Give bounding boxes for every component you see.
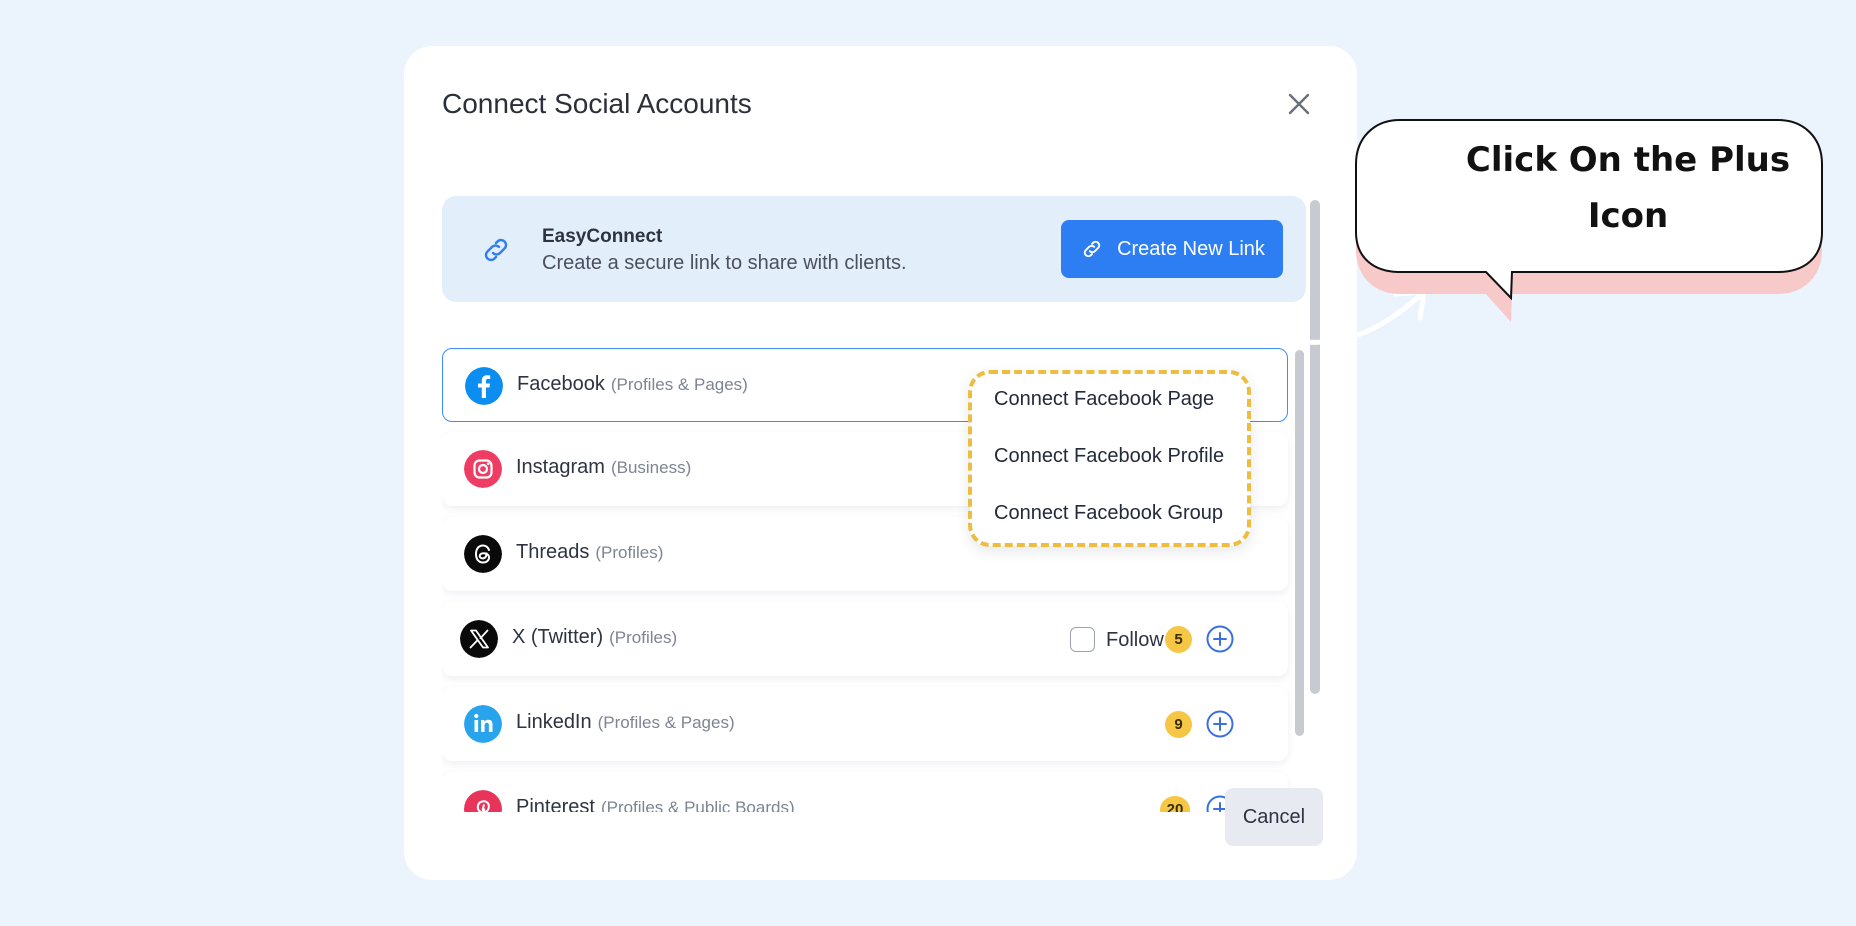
platform-row-linkedin[interactable]: LinkedIn (Profiles & Pages) 9 — [442, 687, 1288, 761]
close-icon[interactable] — [1283, 88, 1315, 120]
facebook-icon — [465, 367, 503, 405]
menu-item-connect-facebook-profile[interactable]: Connect Facebook Profile — [994, 445, 1224, 468]
scrollbar[interactable] — [1310, 200, 1320, 694]
threads-icon — [464, 535, 502, 573]
menu-item-connect-facebook-group[interactable]: Connect Facebook Group — [994, 502, 1223, 525]
linkedin-icon — [464, 705, 502, 743]
account-count-badge: 5 — [1165, 626, 1192, 653]
platform-name: Threads (Profiles) — [516, 541, 664, 563]
cancel-button[interactable]: Cancel — [1225, 788, 1323, 846]
platform-name: Pinterest (Profiles & Public Boards) — [516, 796, 795, 812]
follow-label[interactable]: Follow — [1106, 629, 1164, 652]
platform-name: X (Twitter) (Profiles) — [512, 626, 678, 648]
pinterest-icon — [464, 790, 502, 812]
x-twitter-icon — [460, 620, 498, 658]
follow-checkbox[interactable] — [1070, 627, 1095, 652]
account-count-badge: 20 — [1160, 796, 1190, 812]
platform-name: Instagram (Business) — [516, 456, 692, 478]
account-count-badge: 9 — [1165, 711, 1192, 738]
link-icon — [1083, 240, 1101, 258]
link-icon — [478, 232, 514, 268]
platform-name: Facebook (Profiles & Pages) — [517, 373, 748, 395]
easyconnect-banner: EasyConnect Create a secure link to shar… — [442, 196, 1306, 302]
platform-row-pinterest[interactable]: Pinterest (Profiles & Public Boards) 20 — [442, 772, 1288, 812]
platform-row-x-twitter[interactable]: X (Twitter) (Profiles) Follow 5 — [442, 602, 1288, 676]
list-scrollbar[interactable] — [1295, 350, 1304, 736]
instagram-icon — [464, 450, 502, 488]
menu-item-connect-facebook-page[interactable]: Connect Facebook Page — [994, 388, 1214, 411]
create-new-link-button[interactable]: Create New Link — [1061, 220, 1283, 278]
modal-title: Connect Social Accounts — [442, 88, 752, 119]
easyconnect-subtitle: Create a secure link to share with clien… — [542, 252, 907, 274]
facebook-connect-dropdown: Connect Facebook Page Connect Facebook P… — [970, 372, 1250, 546]
callout-text: Click On the Plus Icon — [1465, 140, 1791, 236]
add-account-plus-icon[interactable] — [1205, 709, 1235, 739]
create-new-link-label: Create New Link — [1117, 237, 1265, 260]
easyconnect-title: EasyConnect — [542, 226, 663, 247]
platform-name: LinkedIn (Profiles & Pages) — [516, 711, 735, 733]
add-account-plus-icon[interactable] — [1205, 624, 1235, 654]
